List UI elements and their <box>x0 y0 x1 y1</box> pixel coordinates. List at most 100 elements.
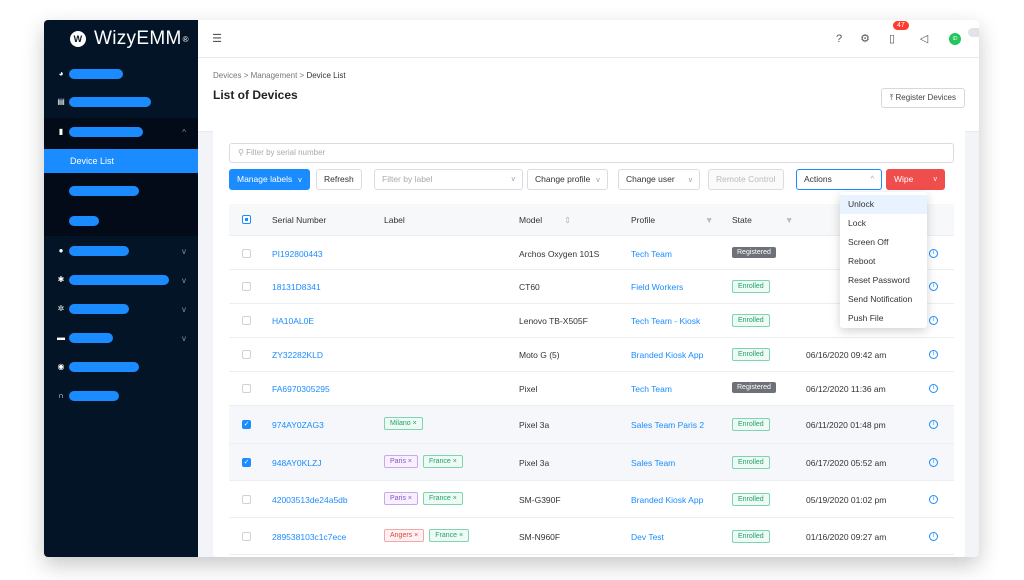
profile-link[interactable]: Tech Team - Kiosk <box>631 316 700 326</box>
profile-link[interactable]: Sales Team <box>631 458 675 468</box>
table-row[interactable]: 42003513de24a5db Paris × France × SM-G390F B… <box>229 481 954 518</box>
row-checkbox[interactable] <box>242 316 251 325</box>
remote-control-button[interactable]: Remote Control <box>708 169 784 190</box>
wipe-button[interactable]: Wipe v <box>886 169 945 190</box>
profile-link[interactable]: Field Workers <box>631 282 683 292</box>
serial-number-link[interactable]: 974AY0ZAG3 <box>272 420 324 430</box>
table-row[interactable]: FA6970305295 Pixel Tech Team Registered 06/1… <box>229 372 954 406</box>
breadcrumb-devices[interactable]: Devices <box>213 71 241 80</box>
sidebar-item-device-list[interactable]: Device List <box>44 149 198 173</box>
remove-label-icon[interactable]: × <box>451 495 457 502</box>
notification-icon[interactable]: ▯ <box>885 32 899 46</box>
serial-number-link[interactable]: 42003513de24a5db <box>272 495 348 505</box>
gear-icon[interactable]: ⚙ <box>858 32 872 46</box>
profile-link[interactable]: Dev Test <box>631 532 664 542</box>
sidebar-item-label-placeholder <box>69 127 143 137</box>
actions-menu-item[interactable]: Screen Off <box>840 233 927 252</box>
sidebar-subitem-1[interactable] <box>44 181 198 201</box>
actions-menu-item[interactable]: Unlock <box>840 195 927 214</box>
row-checkbox[interactable] <box>242 350 251 359</box>
change-user-button[interactable]: Change user v <box>618 169 701 190</box>
sidebar-item-dashboard[interactable]: ◕ <box>44 64 198 84</box>
refresh-button[interactable]: Refresh <box>316 169 362 190</box>
sidebar-subitem-2[interactable] <box>44 211 198 231</box>
actions-menu-item[interactable]: Push File <box>840 309 927 328</box>
row-checkbox[interactable] <box>242 282 251 291</box>
info-icon[interactable]: i <box>929 282 938 291</box>
change-profile-button[interactable]: Change profile v <box>527 169 608 190</box>
sidebar-item-android[interactable]: ✱ v <box>44 270 198 290</box>
info-icon[interactable]: i <box>929 420 938 429</box>
column-model[interactable]: Model <box>519 215 542 225</box>
column-profile[interactable]: Profile <box>631 215 655 225</box>
actions-dropdown[interactable]: Actions ^ <box>796 169 882 190</box>
serial-number-link[interactable]: FA6970305295 <box>272 384 330 394</box>
profile-link[interactable]: Tech Team <box>631 384 672 394</box>
info-icon[interactable]: i <box>929 458 938 467</box>
user-name-placeholder[interactable] <box>968 28 979 37</box>
manage-labels-button[interactable]: Manage labels v <box>229 169 310 190</box>
filter-icon[interactable]: ▼ <box>785 215 793 225</box>
sort-icon[interactable]: ⇕ <box>564 215 571 226</box>
column-state[interactable]: State <box>732 215 752 225</box>
remove-label-icon[interactable]: × <box>451 458 457 465</box>
remove-label-icon[interactable]: × <box>457 532 463 539</box>
menu-toggle-icon[interactable]: ☰ <box>210 32 224 46</box>
sidebar-item-account[interactable]: ◉ <box>44 357 198 377</box>
serial-number-link[interactable]: PI192800443 <box>272 249 323 259</box>
info-icon[interactable]: i <box>929 495 938 504</box>
profile-link[interactable]: Sales Team Paris 2 <box>631 420 704 430</box>
brand-logo[interactable]: W WizyEMM ® <box>44 20 198 58</box>
serial-number-link[interactable]: 289538103c1c7ece <box>272 532 346 542</box>
table-row[interactable]: 289538103c1c7ece Angers × France × SM-N960F… <box>229 518 954 555</box>
remove-label-icon[interactable]: × <box>412 532 418 539</box>
serial-number-link[interactable]: ZY32282KLD <box>272 350 323 360</box>
megaphone-icon[interactable]: ◁ <box>917 32 931 46</box>
actions-menu-item[interactable]: Reset Password <box>840 271 927 290</box>
serial-number-link[interactable]: 948AY0KLZJ <box>272 458 321 468</box>
table-row[interactable]: ✓ 974AY0ZAG3 Milano × Pixel 3a Sales Team Pa… <box>229 406 954 444</box>
help-icon[interactable]: ? <box>832 32 846 46</box>
sidebar-item-documents[interactable]: ▤ <box>44 92 198 112</box>
avatar[interactable]: ID <box>949 33 961 45</box>
label-filter-select[interactable]: Filter by label v <box>374 169 523 190</box>
select-all-checkbox[interactable] <box>242 215 251 224</box>
register-devices-button[interactable]: ⤒ Register Devices <box>880 88 965 108</box>
serial-number-link[interactable]: 18131D8341 <box>272 282 321 292</box>
row-checkbox[interactable]: ✓ <box>242 420 251 429</box>
profile-link[interactable]: Tech Team <box>631 249 672 259</box>
info-icon[interactable]: i <box>929 249 938 258</box>
sidebar-item-locations[interactable]: ● v <box>44 241 198 261</box>
sidebar-item-settings[interactable]: ✲ v <box>44 299 198 319</box>
row-checkbox[interactable] <box>242 249 251 258</box>
remove-label-icon[interactable]: × <box>411 420 417 427</box>
sidebar-item-messages[interactable]: ▬ v <box>44 328 198 348</box>
profile-link[interactable]: Branded Kiosk App <box>631 350 703 360</box>
serial-number-link[interactable]: HA10AL0E <box>272 316 314 326</box>
info-icon[interactable]: i <box>929 384 938 393</box>
row-checkbox[interactable] <box>242 384 251 393</box>
remove-label-icon[interactable]: × <box>406 495 412 502</box>
info-icon[interactable]: i <box>929 350 938 359</box>
filter-icon[interactable]: ▼ <box>705 215 713 225</box>
row-checkbox[interactable]: ✓ <box>242 458 251 467</box>
table-row[interactable]: ZY32282KLD Moto G (5) Branded Kiosk App Enr… <box>229 338 954 372</box>
actions-menu-item[interactable]: Send Notification <box>840 290 927 309</box>
breadcrumb-management[interactable]: Management <box>251 71 298 80</box>
sidebar-item-support[interactable]: ∩ <box>44 386 198 406</box>
row-checkbox[interactable] <box>242 532 251 541</box>
actions-menu-item[interactable]: Lock <box>840 214 927 233</box>
actions-menu-item[interactable]: Reboot <box>840 252 927 271</box>
info-icon[interactable]: i <box>929 532 938 541</box>
page-title: List of Devices <box>213 88 298 102</box>
remove-label-icon[interactable]: × <box>406 458 412 465</box>
table-row[interactable]: ✓ 948AY0KLZJ Paris × France × Pixel 3a Sales … <box>229 444 954 481</box>
info-icon[interactable]: i <box>929 316 938 325</box>
column-serial-number[interactable]: Serial Number <box>272 215 326 225</box>
row-checkbox[interactable] <box>242 495 251 504</box>
column-label[interactable]: Label <box>384 215 405 225</box>
profile-link[interactable]: Branded Kiosk App <box>631 495 703 505</box>
sidebar-item-devices[interactable]: ▮ ^ <box>44 122 198 142</box>
serial-filter-input[interactable]: ⚲ Filter by serial number <box>229 143 954 163</box>
label-tag: France × <box>423 455 463 468</box>
